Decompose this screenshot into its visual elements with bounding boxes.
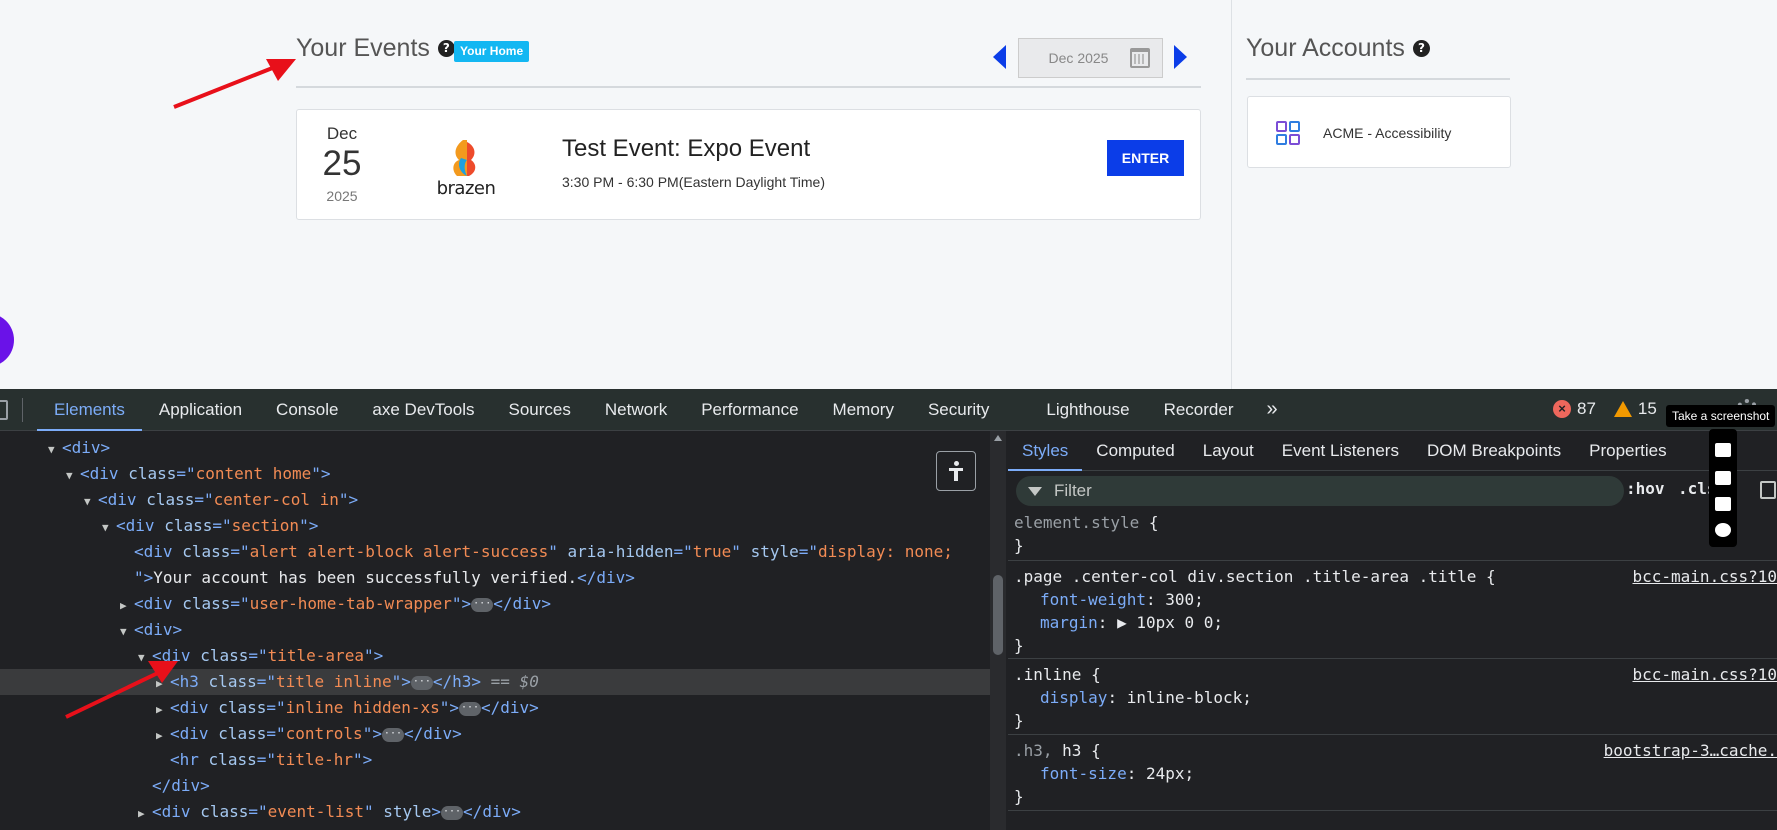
source-link[interactable]: bcc-main.css?10 (1633, 663, 1777, 686)
dom-node[interactable]: <div class="alert alert-block alert-succ… (0, 539, 990, 565)
accounts-divider (1246, 78, 1510, 80)
tab-memory[interactable]: Memory (816, 389, 911, 431)
events-title-text: Your Events (296, 34, 430, 62)
next-month-arrow-icon[interactable] (1174, 45, 1187, 69)
dom-node[interactable]: ▼ <div class="section"> (0, 513, 990, 539)
events-title: Your Events ? (296, 34, 455, 63)
your-home-badge: Your Home (454, 41, 530, 62)
tab-computed[interactable]: Computed (1082, 431, 1188, 471)
dom-node[interactable]: ▶ <div class="event-list" style> ··· </div> (0, 799, 990, 825)
devtools-tab-bar: Elements Application Console axe DevTool… (0, 389, 1777, 431)
device-toolbar-icon[interactable] (0, 399, 8, 420)
toolbar-settings-icon[interactable] (1715, 523, 1731, 537)
screenshot-toolbar (1709, 429, 1737, 547)
enter-event-button[interactable]: ENTER (1107, 140, 1184, 176)
dom-node[interactable]: ▶ <div class="controls"> ··· </div> (0, 721, 990, 747)
styles-tab-bar: Styles Computed Layout Event Listeners D… (1008, 431, 1777, 471)
camera-icon[interactable] (1715, 443, 1731, 457)
dom-node[interactable]: <hr class="title-hr"> (0, 747, 990, 773)
accessibility-tree-button[interactable] (936, 451, 976, 491)
event-date-year: 2025 (326, 188, 358, 204)
account-card[interactable]: ACME - Accessibility (1247, 96, 1511, 168)
dom-tree-scrollbar[interactable] (990, 431, 1006, 830)
dom-node[interactable]: ▶ <div class="user-home-tab-wrapper"> ··· <… (0, 591, 990, 617)
tab-lighthouse[interactable]: Lighthouse (1029, 389, 1146, 431)
tab-application[interactable]: Application (142, 389, 259, 431)
event-date-day: 25 (322, 144, 362, 183)
toolbar-separator (22, 397, 23, 422)
source-link[interactable]: bcc-main.css?10 (1633, 565, 1777, 588)
error-count: 87 (1577, 399, 1596, 418)
paint-brush-icon[interactable] (1760, 481, 1776, 499)
tab-properties[interactable]: Properties (1575, 431, 1680, 471)
warning-icon (1613, 401, 1632, 417)
month-picker-value: Dec 2025 (1048, 50, 1109, 66)
styles-pane: Styles Computed Layout Event Listeners D… (1008, 431, 1777, 830)
error-icon: × (1553, 400, 1571, 418)
accounts-help-icon[interactable]: ? (1412, 40, 1430, 57)
style-rule-element[interactable]: element.style { } (1008, 511, 1777, 561)
tab-dom-breakpoints[interactable]: DOM Breakpoints (1413, 431, 1575, 471)
filter-icon (1028, 486, 1042, 496)
tab-recorder[interactable]: Recorder (1147, 389, 1251, 431)
dom-node[interactable]: ▼ <div class="content home"> (0, 461, 990, 487)
dom-node[interactable]: ">Your account has been successfully ver… (0, 565, 990, 591)
more-tabs-icon[interactable]: » (1250, 398, 1293, 421)
tab-layout[interactable]: Layout (1189, 431, 1268, 471)
event-card: Dec 25 2025 brazen Test Event: Expo Even… (296, 109, 1201, 220)
events-help-icon[interactable]: ? (437, 40, 455, 57)
tab-elements[interactable]: Elements (37, 389, 142, 431)
issue-counts[interactable]: × 87 15 (1553, 399, 1657, 419)
event-date-month: Dec (326, 124, 358, 143)
dom-node[interactable]: ▼ <div> (0, 435, 990, 461)
accounts-title: Your Accounts ? (1246, 34, 1430, 63)
event-name: Test Event: Expo Event (562, 135, 811, 162)
chat-widget-button[interactable] (0, 313, 14, 367)
account-name: ACME - Accessibility (1323, 125, 1452, 141)
tab-network[interactable]: Network (588, 389, 684, 431)
tab-axe-devtools[interactable]: axe DevTools (355, 389, 491, 431)
dom-node-selected[interactable]: ▶ <h3 class="title inline"> ··· </h3> == $0 (0, 669, 990, 695)
style-rule-title[interactable]: .page .center-col div.section .title-are… (1008, 565, 1777, 659)
filter-placeholder: Filter (1054, 481, 1092, 500)
web-page: Your Events ? Your Home Dec 2025 Dec 25 … (0, 0, 1777, 389)
warning-count: 15 (1637, 399, 1657, 418)
window-capture-icon[interactable] (1715, 497, 1731, 511)
screenshot-tooltip: Take a screenshot (1666, 405, 1776, 427)
event-time: 3:30 PM - 6:30 PM(Eastern Daylight Time) (562, 174, 825, 190)
events-divider (296, 86, 1201, 88)
tab-security[interactable]: Security (911, 389, 1029, 431)
brazen-logo-text: brazen (436, 178, 496, 199)
tab-performance[interactable]: Performance (684, 389, 815, 431)
accounts-title-text: Your Accounts (1246, 34, 1405, 62)
styles-filter-input[interactable]: Filter (1016, 476, 1624, 506)
account-logo-icon (1276, 121, 1300, 145)
tab-event-listeners[interactable]: Event Listeners (1268, 431, 1413, 471)
dom-node[interactable]: ▶ <div class="inline hidden-xs"> ··· </div> (0, 695, 990, 721)
source-link[interactable]: bootstrap-3…cache. (1604, 739, 1777, 762)
elements-dom-tree: ▼ <div> ▼ <div class="content home"> ▼ <div… (0, 431, 990, 830)
devtools-panel: Elements Application Console axe DevTool… (0, 389, 1777, 830)
style-rule-inline[interactable]: .inline {bcc-main.css?10 display: inline… (1008, 663, 1777, 735)
tab-sources[interactable]: Sources (491, 389, 587, 431)
video-camera-icon[interactable] (1715, 471, 1731, 485)
hover-state-toggle[interactable]: :hov (1626, 479, 1665, 498)
scroll-thumb[interactable] (993, 575, 1003, 655)
tab-styles[interactable]: Styles (1008, 431, 1083, 471)
tab-console[interactable]: Console (259, 389, 355, 431)
dom-node[interactable]: </div> (0, 773, 990, 799)
column-divider (1231, 0, 1232, 389)
calendar-icon (1130, 48, 1150, 68)
previous-month-arrow-icon[interactable] (993, 45, 1006, 69)
dom-node[interactable]: ▼ <div class="center-col in"> (0, 487, 990, 513)
dom-node[interactable]: ▼ <div> (0, 617, 990, 643)
scroll-up-icon[interactable] (994, 435, 1002, 441)
style-rule-h3[interactable]: .h3, h3 {bootstrap-3…cache. font-size: 2… (1008, 739, 1777, 811)
accessibility-icon (949, 461, 963, 481)
annotation-arrow-icon (173, 59, 296, 109)
dom-node[interactable]: ▼ <div class="title-area"> (0, 643, 990, 669)
month-picker[interactable]: Dec 2025 (1018, 38, 1163, 78)
